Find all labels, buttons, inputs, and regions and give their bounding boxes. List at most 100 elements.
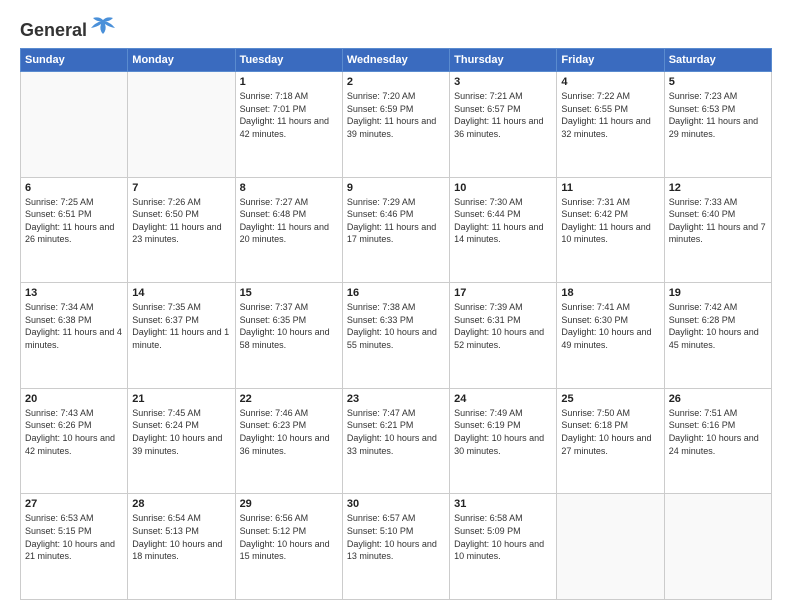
calendar-header-friday: Friday — [557, 49, 664, 72]
day-info: Sunrise: 7:49 AM Sunset: 6:19 PM Dayligh… — [454, 407, 552, 457]
day-info: Sunrise: 6:58 AM Sunset: 5:09 PM Dayligh… — [454, 512, 552, 562]
header: General — [20, 16, 772, 40]
day-info: Sunrise: 7:29 AM Sunset: 6:46 PM Dayligh… — [347, 196, 445, 246]
day-info: Sunrise: 7:20 AM Sunset: 6:59 PM Dayligh… — [347, 90, 445, 140]
day-number: 17 — [454, 287, 552, 299]
calendar-header-row: SundayMondayTuesdayWednesdayThursdayFrid… — [21, 49, 772, 72]
calendar-header-tuesday: Tuesday — [235, 49, 342, 72]
day-number: 26 — [669, 393, 767, 405]
calendar-cell: 21Sunrise: 7:45 AM Sunset: 6:24 PM Dayli… — [128, 388, 235, 494]
day-number: 11 — [561, 182, 659, 194]
day-info: Sunrise: 7:42 AM Sunset: 6:28 PM Dayligh… — [669, 301, 767, 351]
day-number: 4 — [561, 76, 659, 88]
day-number: 23 — [347, 393, 445, 405]
calendar-week-2: 6Sunrise: 7:25 AM Sunset: 6:51 PM Daylig… — [21, 177, 772, 283]
page: General SundayMonday — [0, 0, 792, 612]
calendar-header-wednesday: Wednesday — [342, 49, 449, 72]
day-info: Sunrise: 7:41 AM Sunset: 6:30 PM Dayligh… — [561, 301, 659, 351]
day-number: 29 — [240, 498, 338, 510]
logo-bird-icon — [89, 16, 117, 44]
day-number: 16 — [347, 287, 445, 299]
day-number: 19 — [669, 287, 767, 299]
day-info: Sunrise: 7:21 AM Sunset: 6:57 PM Dayligh… — [454, 90, 552, 140]
calendar-cell: 20 Sunrise: 7:43 AM Sunset: 6:26 PM Dayli… — [21, 388, 128, 494]
calendar-week-3: 13 Sunrise: 7:34 AM Sunset: 6:38 PM Dayli… — [21, 283, 772, 389]
calendar-week-4: 20 Sunrise: 7:43 AM Sunset: 6:26 PM Dayli… — [21, 388, 772, 494]
calendar-cell: 16 Sunrise: 7:38 AM Sunset: 6:33 PM Dayli… — [342, 283, 449, 389]
calendar-header-monday: Monday — [128, 49, 235, 72]
calendar-cell: 29 Sunrise: 6:56 AM Sunset: 5:12 PM Dayli… — [235, 494, 342, 600]
day-info: Sunrise: 7:43 AM Sunset: 6:26 PM Dayligh… — [25, 407, 123, 457]
calendar-cell: 19 Sunrise: 7:42 AM Sunset: 6:28 PM Dayli… — [664, 283, 771, 389]
day-info: Sunrise: 7:38 AM Sunset: 6:33 PM Dayligh… — [347, 301, 445, 351]
day-number: 28 — [132, 498, 230, 510]
calendar-cell: 10 Sunrise: 7:30 AM Sunset: 6:44 PM Dayli… — [450, 177, 557, 283]
day-info: Sunrise: 7:37 AM Sunset: 6:35 PM Dayligh… — [240, 301, 338, 351]
day-info: Sunrise: 7:47 AM Sunset: 6:21 PM Dayligh… — [347, 407, 445, 457]
day-number: 14 — [132, 287, 230, 299]
day-info: Sunrise: 7:30 AM Sunset: 6:44 PM Dayligh… — [454, 196, 552, 246]
day-number: 13 — [25, 287, 123, 299]
calendar-cell: 3 Sunrise: 7:21 AM Sunset: 6:57 PM Daylig… — [450, 72, 557, 178]
logo: General — [20, 16, 117, 40]
day-info: Sunrise: 7:50 AM Sunset: 6:18 PM Dayligh… — [561, 407, 659, 457]
calendar-cell: 30Sunrise: 6:57 AM Sunset: 5:10 PM Dayli… — [342, 494, 449, 600]
day-number: 15 — [240, 287, 338, 299]
day-info: Sunrise: 7:18 AM Sunset: 7:01 PM Dayligh… — [240, 90, 338, 140]
day-number: 5 — [669, 76, 767, 88]
day-info: Sunrise: 6:56 AM Sunset: 5:12 PM Dayligh… — [240, 512, 338, 562]
calendar-cell: 5 Sunrise: 7:23 AM Sunset: 6:53 PM Daylig… — [664, 72, 771, 178]
calendar-cell: 18 Sunrise: 7:41 AM Sunset: 6:30 PM Dayli… — [557, 283, 664, 389]
day-info: Sunrise: 7:35 AM Sunset: 6:37 PM Dayligh… — [132, 301, 230, 351]
day-info: Sunrise: 7:22 AM Sunset: 6:55 PM Dayligh… — [561, 90, 659, 140]
calendar-table: SundayMondayTuesdayWednesdayThursdayFrid… — [20, 48, 772, 600]
calendar-cell: 4 Sunrise: 7:22 AM Sunset: 6:55 PM Daylig… — [557, 72, 664, 178]
calendar-week-1: 1Sunrise: 7:18 AM Sunset: 7:01 PM Daylig… — [21, 72, 772, 178]
day-number: 8 — [240, 182, 338, 194]
calendar-cell: 22 Sunrise: 7:46 AM Sunset: 6:23 PM Dayli… — [235, 388, 342, 494]
calendar-cell — [128, 72, 235, 178]
day-info: Sunrise: 6:53 AM Sunset: 5:15 PM Dayligh… — [25, 512, 123, 562]
day-info: Sunrise: 7:39 AM Sunset: 6:31 PM Dayligh… — [454, 301, 552, 351]
calendar-cell: 8 Sunrise: 7:27 AM Sunset: 6:48 PM Daylig… — [235, 177, 342, 283]
calendar-cell: 27Sunrise: 6:53 AM Sunset: 5:15 PM Dayli… — [21, 494, 128, 600]
day-number: 30 — [347, 498, 445, 510]
day-info: Sunrise: 7:27 AM Sunset: 6:48 PM Dayligh… — [240, 196, 338, 246]
calendar-cell: 25 Sunrise: 7:50 AM Sunset: 6:18 PM Dayli… — [557, 388, 664, 494]
day-number: 3 — [454, 76, 552, 88]
day-info: Sunrise: 7:26 AM Sunset: 6:50 PM Dayligh… — [132, 196, 230, 246]
calendar-cell — [664, 494, 771, 600]
calendar-cell: 12Sunrise: 7:33 AM Sunset: 6:40 PM Dayli… — [664, 177, 771, 283]
day-info: Sunrise: 7:34 AM Sunset: 6:38 PM Dayligh… — [25, 301, 123, 351]
day-info: Sunrise: 6:54 AM Sunset: 5:13 PM Dayligh… — [132, 512, 230, 562]
calendar-cell: 2 Sunrise: 7:20 AM Sunset: 6:59 PM Daylig… — [342, 72, 449, 178]
day-info: Sunrise: 7:23 AM Sunset: 6:53 PM Dayligh… — [669, 90, 767, 140]
calendar-cell: 31 Sunrise: 6:58 AM Sunset: 5:09 PM Dayli… — [450, 494, 557, 600]
day-number: 31 — [454, 498, 552, 510]
day-number: 18 — [561, 287, 659, 299]
day-number: 24 — [454, 393, 552, 405]
calendar-cell: 26 Sunrise: 7:51 AM Sunset: 6:16 PM Dayli… — [664, 388, 771, 494]
calendar-cell: 9Sunrise: 7:29 AM Sunset: 6:46 PM Daylig… — [342, 177, 449, 283]
calendar-cell: 13 Sunrise: 7:34 AM Sunset: 6:38 PM Dayli… — [21, 283, 128, 389]
calendar-cell: 6Sunrise: 7:25 AM Sunset: 6:51 PM Daylig… — [21, 177, 128, 283]
calendar-cell: 15 Sunrise: 7:37 AM Sunset: 6:35 PM Dayli… — [235, 283, 342, 389]
day-info: Sunrise: 7:25 AM Sunset: 6:51 PM Dayligh… — [25, 196, 123, 246]
calendar-header-thursday: Thursday — [450, 49, 557, 72]
day-number: 20 — [25, 393, 123, 405]
calendar-cell: 28 Sunrise: 6:54 AM Sunset: 5:13 PM Dayli… — [128, 494, 235, 600]
calendar-cell: 11 Sunrise: 7:31 AM Sunset: 6:42 PM Dayli… — [557, 177, 664, 283]
calendar-cell: 7Sunrise: 7:26 AM Sunset: 6:50 PM Daylig… — [128, 177, 235, 283]
day-number: 2 — [347, 76, 445, 88]
day-info: Sunrise: 7:33 AM Sunset: 6:40 PM Dayligh… — [669, 196, 767, 246]
day-info: Sunrise: 7:51 AM Sunset: 6:16 PM Dayligh… — [669, 407, 767, 457]
day-info: Sunrise: 7:31 AM Sunset: 6:42 PM Dayligh… — [561, 196, 659, 246]
calendar-week-5: 27Sunrise: 6:53 AM Sunset: 5:15 PM Dayli… — [21, 494, 772, 600]
day-info: Sunrise: 7:46 AM Sunset: 6:23 PM Dayligh… — [240, 407, 338, 457]
day-info: Sunrise: 7:45 AM Sunset: 6:24 PM Dayligh… — [132, 407, 230, 457]
calendar-cell: 23 Sunrise: 7:47 AM Sunset: 6:21 PM Dayli… — [342, 388, 449, 494]
day-number: 22 — [240, 393, 338, 405]
day-number: 25 — [561, 393, 659, 405]
day-number: 10 — [454, 182, 552, 194]
calendar-cell: 1Sunrise: 7:18 AM Sunset: 7:01 PM Daylig… — [235, 72, 342, 178]
